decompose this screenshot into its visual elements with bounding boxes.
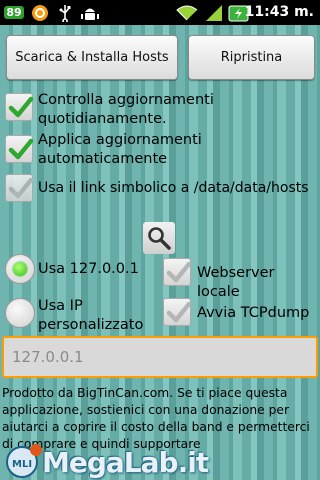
use-custom-ip-radio[interactable] [5, 298, 35, 328]
magnifier-icon [148, 227, 171, 250]
webserver-checkbox[interactable] [163, 258, 192, 286]
search-button[interactable] [143, 222, 175, 254]
svg-text:MLI: MLI [12, 459, 32, 470]
tcpdump-checkbox[interactable] [163, 298, 192, 326]
restore-button[interactable]: Ripristina [188, 35, 315, 80]
checkmark-icon [8, 138, 34, 160]
custom-ip-input[interactable] [4, 338, 316, 376]
use-localhost-radio[interactable] [5, 254, 35, 284]
webserver-label: Webserver locale [197, 265, 275, 300]
checkmark-icon [166, 261, 192, 283]
use-localhost-label: Usa 127.0.0.1 [38, 261, 139, 277]
symlink-checkbox[interactable] [5, 174, 34, 202]
auto-apply-label: Applica aggiornamenti automaticamente [38, 132, 202, 167]
notification-count-icon: 89 [4, 6, 24, 19]
checkmark-icon [8, 177, 34, 199]
symlink-label: Usa il link simbolico a /data/data/hosts [38, 180, 309, 196]
auto-apply-checkbox[interactable] [5, 135, 34, 163]
daily-check-label: Controlla aggiornamenti quotidianamente. [38, 92, 214, 127]
usb-icon [56, 3, 74, 22]
clock: 11:43 m. [244, 4, 314, 20]
checkmark-icon [166, 301, 192, 323]
radio-selected-dot [13, 262, 27, 276]
wifi-icon [176, 3, 198, 22]
download-install-hosts-button[interactable]: Scarica & Installa Hosts [6, 35, 178, 80]
status-bar: 89 11:43 m. [0, 0, 320, 25]
megalab-logo-icon: MLI [6, 444, 42, 478]
signal-icon [204, 3, 224, 22]
tcpdump-label: Avvia TCPdump [197, 305, 310, 321]
checkmark-icon [8, 96, 34, 118]
android-debug-icon [80, 3, 100, 22]
app-notification-icon [30, 3, 50, 22]
watermark: MLI MegaLab.it [2, 442, 209, 480]
daily-check-checkbox[interactable] [5, 93, 34, 121]
use-custom-ip-label: Usa IP personalizzato [38, 298, 144, 333]
custom-ip-field[interactable] [2, 336, 318, 378]
watermark-text: MegaLab.it [42, 446, 209, 479]
